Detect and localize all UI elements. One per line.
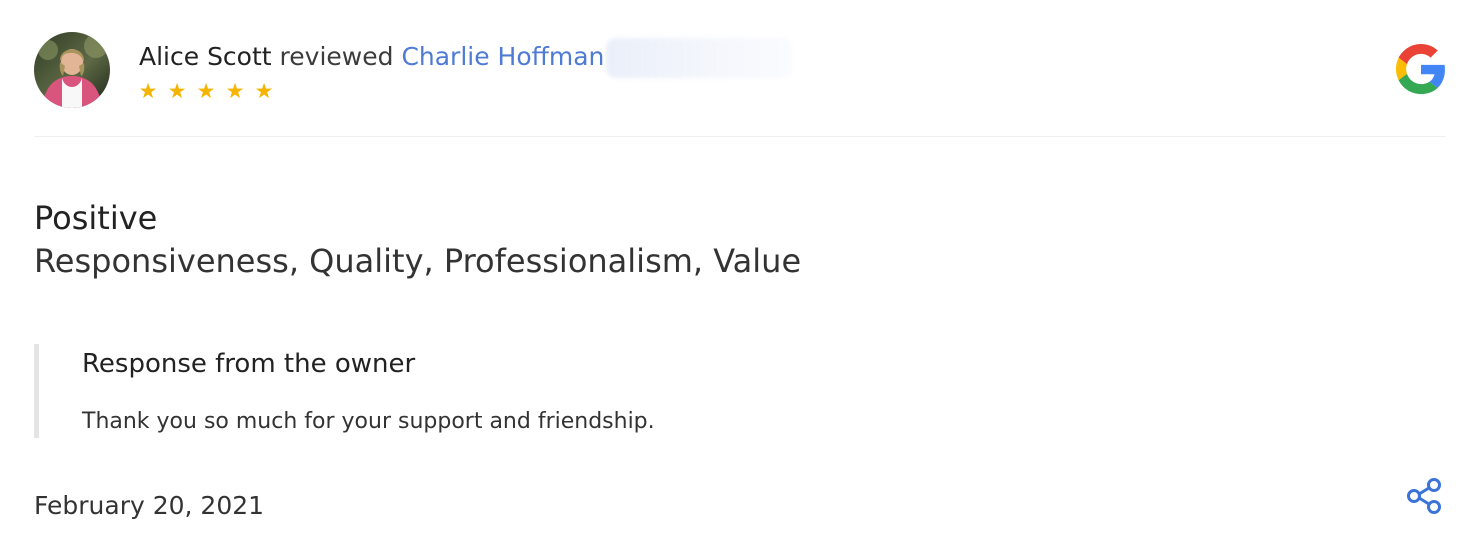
review-date: February 20, 2021 <box>34 491 265 520</box>
reviewer-avatar[interactable] <box>34 32 110 108</box>
review-card: Alice Scott reviewed Charlie Hoffman ★ ★… <box>0 0 1478 553</box>
star-rating: ★ ★ ★ ★ ★ <box>138 80 274 102</box>
owner-response-title: Response from the owner <box>82 349 416 379</box>
reviewer-name-link[interactable]: Alice Scott <box>139 42 272 71</box>
star-icon: ★ <box>225 79 245 103</box>
owner-response: Response from the owner Thank you so muc… <box>34 344 839 438</box>
review-header: Alice Scott reviewed Charlie Hoffman <box>139 38 793 78</box>
owner-response-text: Thank you so much for your support and f… <box>82 409 655 434</box>
star-icon: ★ <box>167 79 187 103</box>
star-icon: ★ <box>254 79 274 103</box>
blurred-business-name <box>606 38 793 78</box>
star-icon: ★ <box>196 79 216 103</box>
review-attributes: Responsiveness, Quality, Professionalism… <box>34 242 802 280</box>
share-icon <box>1407 478 1441 514</box>
header-divider <box>34 136 1446 137</box>
star-icon: ★ <box>138 79 158 103</box>
google-logo-icon[interactable] <box>1396 44 1446 94</box>
business-name-link[interactable]: Charlie Hoffman <box>401 42 604 71</box>
sentiment-label: Positive <box>34 199 158 237</box>
share-button[interactable] <box>1404 476 1444 516</box>
reviewed-text: reviewed <box>279 42 394 71</box>
